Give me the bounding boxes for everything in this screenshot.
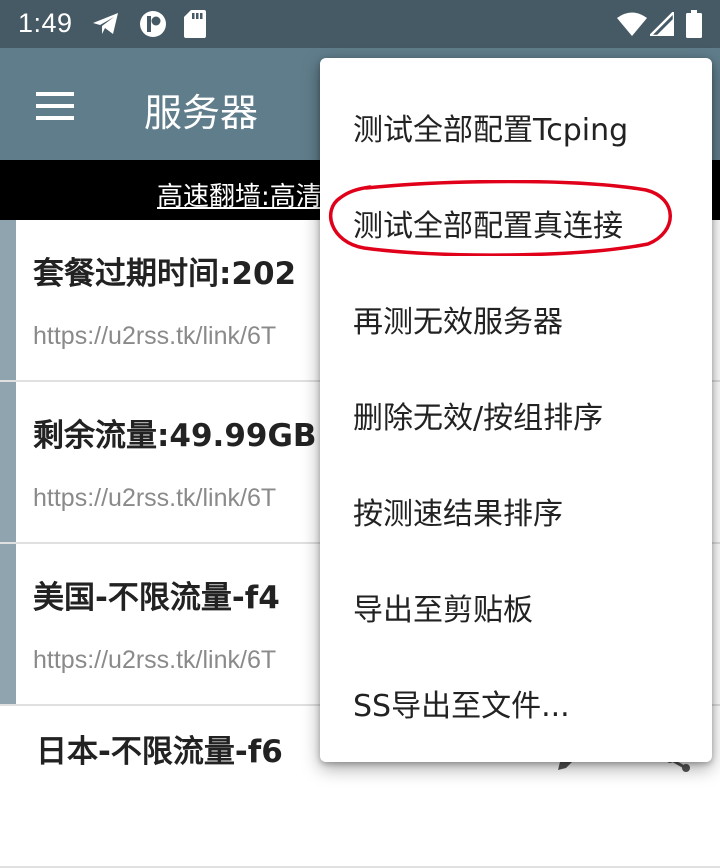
menu-item-sort-by-speed[interactable]: 按测速结果排序 bbox=[320, 459, 712, 555]
menu-item-export-ss-file[interactable]: SS导出至文件... bbox=[320, 651, 712, 747]
menu-item-retest-invalid[interactable]: 再测无效服务器 bbox=[320, 267, 712, 363]
menu-item-label: 测试全部配置真连接 bbox=[353, 209, 623, 244]
server-url: https://u2rss.tk/link/6T bbox=[33, 646, 277, 674]
row-selection-bar bbox=[0, 544, 16, 704]
battery-icon bbox=[686, 10, 702, 38]
status-bar: 1:49 bbox=[0, 0, 720, 48]
menu-item-export-clipboard[interactable]: 导出至剪贴板 bbox=[320, 555, 712, 651]
menu-item-label: 再测无效服务器 bbox=[353, 305, 563, 340]
menu-item-label: 按测速结果排序 bbox=[353, 497, 563, 532]
wifi-icon bbox=[617, 12, 647, 36]
server-title: 美国-不限流量-f4 bbox=[33, 580, 280, 616]
menu-item-label: 删除无效/按组排序 bbox=[353, 401, 604, 436]
sd-card-icon bbox=[184, 10, 206, 38]
overflow-menu: 测试全部配置Tcping 测试全部配置真连接 再测无效服务器 删除无效/按组排序… bbox=[320, 58, 712, 762]
page-title: 服务器 bbox=[144, 91, 259, 135]
server-url: https://u2rss.tk/link/6T bbox=[33, 484, 277, 512]
server-title: 日本-不限流量-f6 bbox=[36, 734, 283, 770]
hamburger-menu-icon[interactable] bbox=[36, 92, 76, 120]
telegram-icon bbox=[93, 13, 118, 34]
menu-item-delete-invalid-sort-group[interactable]: 删除无效/按组排序 bbox=[320, 363, 712, 459]
row-selection-bar bbox=[0, 382, 16, 542]
status-time: 1:49 bbox=[18, 8, 73, 38]
menu-item-test-real-connection[interactable]: 测试全部配置真连接 bbox=[320, 171, 712, 267]
banner-link[interactable]: 高速翻墙:高清 bbox=[157, 176, 322, 213]
menu-item-test-tcping[interactable]: 测试全部配置Tcping bbox=[320, 75, 712, 171]
row-selection-bar bbox=[0, 220, 16, 380]
menu-item-label: 测试全部配置Tcping bbox=[353, 113, 629, 148]
menu-item-label: 导出至剪贴板 bbox=[353, 593, 533, 628]
server-title: 剩余流量:49.99GB bbox=[33, 418, 317, 454]
server-url: https://u2rss.tk/link/6T bbox=[33, 322, 277, 350]
server-title: 套餐过期时间:202 bbox=[33, 256, 297, 292]
signal-icon bbox=[650, 12, 674, 36]
menu-item-label: SS导出至文件... bbox=[353, 689, 570, 724]
app-badge-icon bbox=[140, 11, 166, 37]
